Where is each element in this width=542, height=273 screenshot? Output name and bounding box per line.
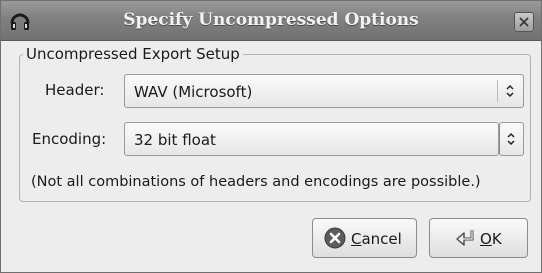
cancel-button[interactable]: Cancel <box>312 218 417 258</box>
close-button[interactable] <box>514 12 534 32</box>
combination-note: (Not all combinations of headers and enc… <box>31 174 481 190</box>
cancel-button-label: Cancel <box>351 230 402 248</box>
group-legend: Uncompressed Export Setup <box>23 45 243 63</box>
window-title: Specify Uncompressed Options <box>123 10 419 30</box>
combo-separator <box>497 80 498 102</box>
title-bar[interactable]: Specify Uncompressed Options <box>1 1 541 41</box>
ok-button[interactable]: OK <box>429 218 528 258</box>
encoding-select-value: 32 bit float <box>134 131 216 149</box>
cancel-icon <box>324 227 346 253</box>
encoding-label: Encoding: <box>32 130 107 148</box>
header-label: Header: <box>45 81 105 99</box>
header-select[interactable]: WAV (Microsoft) <box>124 74 524 108</box>
close-icon <box>519 17 529 27</box>
ok-arrow-icon <box>454 227 478 253</box>
up-down-chevron-icon <box>506 131 516 151</box>
header-select-value: WAV (Microsoft) <box>134 83 253 101</box>
up-down-chevron-icon <box>505 83 515 103</box>
dialog-window: Specify Uncompressed Options Uncompresse… <box>0 0 542 273</box>
ok-button-label: OK <box>480 230 502 248</box>
encoding-select-button[interactable] <box>499 122 524 156</box>
encoding-select[interactable]: 32 bit float <box>124 122 499 156</box>
